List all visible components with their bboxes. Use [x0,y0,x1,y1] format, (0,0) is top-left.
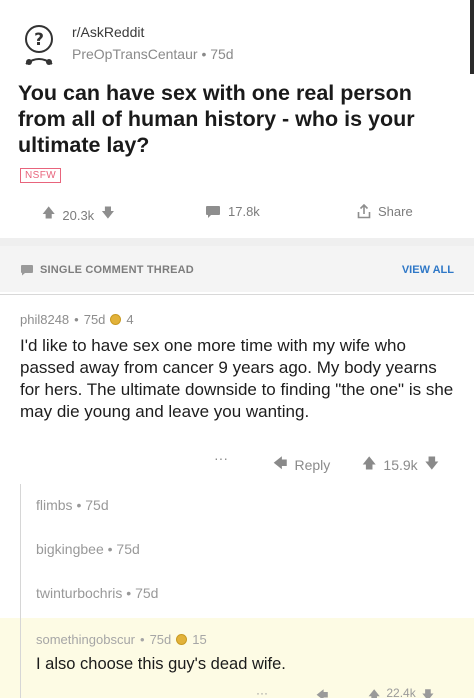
upvote-icon[interactable]: 🡅 [42,204,55,226]
highlight-award-count: 15 [192,632,207,647]
nsfw-badge: NSFW [20,168,62,183]
comment-actions: ··· 🡄 Reply 🡅 15.9k 🡇 [0,450,474,474]
highlight-body: I also choose this guy's dead wife. [36,655,286,673]
post-action-bar: 🡅 20.3k 🡇 17.8k Share [0,198,474,232]
post-age: 75d [210,46,234,62]
screen-edge [470,0,474,74]
reply-button[interactable]: 🡄 Reply [273,453,330,477]
reply-arrow-icon: 🡄 [273,455,288,471]
post-title[interactable]: You can have sex with one real person fr… [18,80,458,158]
thread-label-group: SINGLE COMMENT THREAD [20,264,194,276]
share-button[interactable]: Share [357,204,413,219]
gold-award-icon [110,314,122,325]
downvote-icon[interactable]: 🡇 [425,453,439,477]
share-label: Share [378,204,413,219]
meta-separator: • [201,46,211,62]
award-count: 4 [126,312,134,327]
highlight-age: 75d [149,632,172,647]
child-author: bigkingbee [36,541,104,557]
child-author: flimbs [36,497,73,513]
more-options-icon[interactable]: ··· [256,686,268,698]
post-score: 20.3k [62,207,95,223]
comment-count: 17.8k [228,204,260,219]
child-age: 75d [116,541,140,557]
highlight-meta: somethingobscur • 75d 15 [36,632,207,647]
meta-separator: • [140,632,145,647]
reply-label: Reply [294,457,331,473]
comment-score: 15.9k [383,457,418,473]
highlight-score: 22.4k [386,686,416,698]
subreddit-name[interactable]: r/AskReddit [72,24,144,40]
thread-bar: SINGLE COMMENT THREAD VIEW ALL [0,246,474,292]
share-icon [357,204,371,219]
reply-arrow-icon[interactable]: 🡄 [316,686,328,698]
collapsed-comment[interactable]: flimbs • 75d [36,497,109,513]
highlight-actions: ··· 🡄 🡅 22.4k 🡇 [0,686,474,698]
thread-indent-line [20,484,21,618]
highlight-author[interactable]: somethingobscur [36,632,135,647]
more-options-icon[interactable]: ··· [214,450,228,466]
comment-age: 75d [83,312,106,327]
post-header: ? r/AskReddit PreOpTransCentaur • 75d [20,24,460,68]
gold-award-icon [176,634,188,645]
thread-divider [0,294,474,295]
upvote-icon[interactable]: 🡅 [368,686,380,698]
comment-bubble-icon [206,205,220,218]
svg-text:?: ? [34,30,44,50]
post-vote-group: 🡅 20.3k 🡇 [42,204,115,226]
highlighted-comment: somethingobscur • 75d 15 I also choose t… [0,618,474,698]
collapsed-comment[interactable]: twinturbochris • 75d [36,585,158,601]
downvote-icon[interactable]: 🡇 [422,686,434,698]
comment-vote-group: 🡅 15.9k 🡇 [362,453,439,477]
collapsed-comment[interactable]: bigkingbee • 75d [36,541,140,557]
askreddit-icon[interactable]: ? [20,24,58,68]
comment-body: I'd like to have sex one more time with … [20,336,454,421]
child-age: 75d [85,497,109,513]
section-divider [0,238,474,246]
thread-label: SINGLE COMMENT THREAD [40,264,194,276]
comment-author[interactable]: phil8248 [20,312,69,327]
comment-meta: phil8248 • 75d 4 [20,312,134,327]
view-all-link[interactable]: VIEW ALL [402,264,454,276]
upvote-icon[interactable]: 🡅 [362,453,376,477]
highlight-vote-group: 🡅 22.4k 🡇 [368,686,434,698]
comments-button[interactable]: 17.8k [205,204,260,219]
post-meta: PreOpTransCentaur • 75d [72,46,234,62]
thread-bubble-icon [21,265,33,276]
child-author: twinturbochris [36,585,123,601]
meta-separator: • [74,312,79,327]
post-author[interactable]: PreOpTransCentaur [72,46,198,62]
child-age: 75d [135,585,159,601]
downvote-icon[interactable]: 🡇 [101,204,114,226]
